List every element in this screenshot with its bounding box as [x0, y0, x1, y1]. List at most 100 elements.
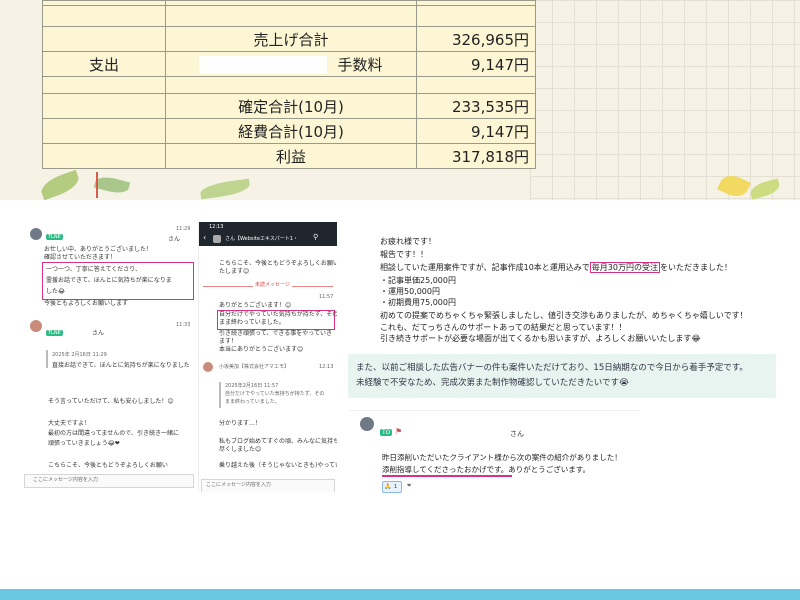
message-line: 自分だけでやっていた気持ちが持たず、その [219, 311, 337, 318]
message-line: 一つ一つ、丁寧に答えてくださり、 [46, 266, 142, 273]
message-line: 頑張っていきましょう😂❤ [48, 440, 120, 447]
red-line-decoration [96, 172, 98, 198]
message-text: 相談していた運用案件ですが、記事作成10本と運用込みで [380, 263, 590, 272]
message-line: これも、だてっちさんのサポートあっての結果だと思っています！！ [380, 323, 627, 332]
message-time: 11:33 [176, 322, 191, 328]
message-line: 大丈夫ですよ！ [48, 420, 91, 427]
message-line: 添削指導してくださったおかげです。ありがとうございます。 [382, 465, 591, 474]
message-line: 霊援お話できて、ほんとに気持ちが楽になりま [46, 277, 172, 284]
message-line: こちらこそ、今後ともどうぞよろしくお願いい [219, 260, 337, 267]
message-line: 乗り越えた後（そうじゃないときも)やっていきましょう [219, 462, 337, 469]
channel-avatar [213, 235, 221, 243]
profit-value: 317,818円 [416, 143, 536, 169]
expense-label: 支出 [42, 51, 166, 77]
message-line: 尽くしました😊 [219, 446, 262, 453]
message-line: また、以前ご相談した広告バナーの件も案件いただけており、15日納期なので今日から… [356, 363, 748, 373]
table-cell [42, 118, 166, 144]
underline-highlight [382, 475, 512, 477]
confirmed-total-label: 確定合計(10月) [165, 93, 417, 119]
message-line: たします😊 [219, 268, 250, 275]
message-line: ・運用50,000円 [380, 287, 440, 296]
user-tag: TLNE [46, 234, 63, 240]
message-line: そう言っていただけて、私も安心しました！😊 [48, 398, 174, 405]
redacted-block [199, 56, 328, 74]
bottom-accent-bar [0, 589, 800, 600]
user-name: さん [92, 330, 105, 337]
message-line: した😂 [46, 288, 66, 295]
grid-paper-background [530, 0, 800, 200]
message-line: 確認させていただきます！ [44, 254, 117, 261]
message-line: 昨日添削いただいたクライアント様から次の案件の紹介がありました！ [382, 453, 622, 462]
table-row: 経費合計(10月) 9,147円 [42, 118, 536, 144]
table-cell [165, 5, 417, 27]
reaction-button[interactable]: 🙏 1 [382, 481, 402, 493]
message-line: 引き続き頑張って、できる事をやっていき [219, 330, 332, 337]
user-name: さん [510, 430, 524, 438]
user-avatar [30, 320, 42, 332]
message-line: ・初期費用75,000円 [380, 298, 456, 307]
leaf-decoration [38, 169, 82, 200]
table-cell [42, 5, 166, 27]
user-name: さん [168, 236, 181, 243]
table-row: 支出 手数料 9,147円 [42, 51, 536, 77]
table-row: 確定合計(10月) 233,535円 [42, 93, 536, 119]
table-cell [416, 76, 536, 94]
user-tag: TLNE [46, 330, 63, 336]
leaf-decoration [199, 178, 251, 200]
message-line: 相談していた運用案件ですが、記事作成10本と運用込みで 毎月30万円の受注 をいただ… [380, 262, 732, 273]
table-cell [42, 93, 166, 119]
message-time: 12:13 [319, 364, 334, 370]
reaction-count: 1 [394, 484, 398, 490]
message-line: 引き続きサポートが必要な場面が出てくるかも思いますが、よろしくお願いいたします😂 [380, 334, 701, 343]
fee-cell: 手数料 [165, 51, 417, 77]
table-cell [42, 76, 166, 94]
user-avatar [203, 362, 213, 372]
quote-text: 直接お話できて、ほんとに気持ちが楽になりました [52, 362, 190, 369]
leaf-decoration [93, 173, 131, 197]
table-row: 利益 317,818円 [42, 143, 536, 169]
message-line: ・記事単価25,000円 [380, 276, 456, 285]
message-line: こちらこそ、今後ともどうぞよろしくお願い [48, 462, 168, 469]
table-cell [165, 76, 417, 94]
report-message-screenshot: お疲れ様です！ 報告です！！ 相談していた運用案件ですが、記事作成10本と運用込… [350, 222, 766, 347]
message-line: まま終わっていました。 [219, 319, 285, 326]
message-line: 今後ともよろしくお願いします [44, 300, 129, 307]
message-time: 11:29 [176, 226, 191, 232]
chat-screenshot-1: TLNE さん 11:29 お忙しい中、ありがとうございました！ 確認させていた… [22, 222, 196, 492]
quote-text: まま終わっていました。 [225, 399, 280, 405]
table-cell [416, 5, 536, 27]
table-row [42, 5, 536, 27]
expense-total-value: 9,147円 [416, 118, 536, 144]
user-avatar [30, 228, 42, 240]
message-line: 最初の方は間違ってませんので、引き続き一緒に [48, 430, 179, 437]
back-arrow-icon[interactable]: ‹ [203, 234, 206, 242]
add-reaction-icon[interactable]: ❤ [407, 483, 411, 490]
input-placeholder: ここにメッセージ内容を入力 [206, 482, 271, 488]
fee-value: 9,147円 [416, 51, 536, 77]
message-line: 私もブログ始めてすぐの頃、みんなに気持ちを [219, 438, 337, 445]
sender-name: 小坂美加【株式会社アマエモ】 [219, 364, 290, 370]
status-time: 12:13 [209, 224, 224, 230]
fee-label: 手数料 [337, 55, 383, 74]
quote-meta: 2025年2月16日 11:57 [225, 383, 279, 389]
sales-total-value: 326,965円 [416, 26, 536, 52]
quote-meta: 2025年 2月16日 11:29 [52, 352, 107, 358]
status-bar: 12:13 ‹ さん【Websiteエキスパート1・ ⚲ [199, 222, 337, 246]
message-input[interactable]: ここにメッセージ内容を入力 [201, 479, 335, 492]
table-row [42, 76, 536, 94]
message-line: 報告です！！ [380, 250, 428, 259]
message-line: 初めての提案でめちゃくちゃ緊張しましたし、値引き交渉もありましたが、めちゃくちゃ… [380, 311, 748, 320]
income-expense-table: 売上げ合計 326,965円 支出 手数料 9,147円 確定合計(10月) 233,5… [42, 0, 536, 169]
search-icon[interactable]: ⚲ [313, 233, 318, 241]
highlighted-amount: 毎月30万円の受注 [589, 262, 660, 273]
message-input[interactable]: ここにメッセージ内容を入力 [24, 474, 194, 488]
confirmed-total-value: 233,535円 [416, 93, 536, 119]
message-line: ありがとうございます！😊 [219, 302, 292, 309]
pray-icon: 🙏 [384, 483, 392, 490]
user-tag: TO [380, 429, 393, 436]
input-placeholder: ここにメッセージ内容を入力 [33, 477, 98, 483]
message-line: ます！ [219, 338, 238, 345]
table-cell [42, 143, 166, 169]
message-line: 本当にありがとうございます😊 [219, 346, 304, 353]
banner-message: また、以前ご相談した広告バナーの件も案件いただけており、15日納期なので今日から… [348, 354, 776, 398]
